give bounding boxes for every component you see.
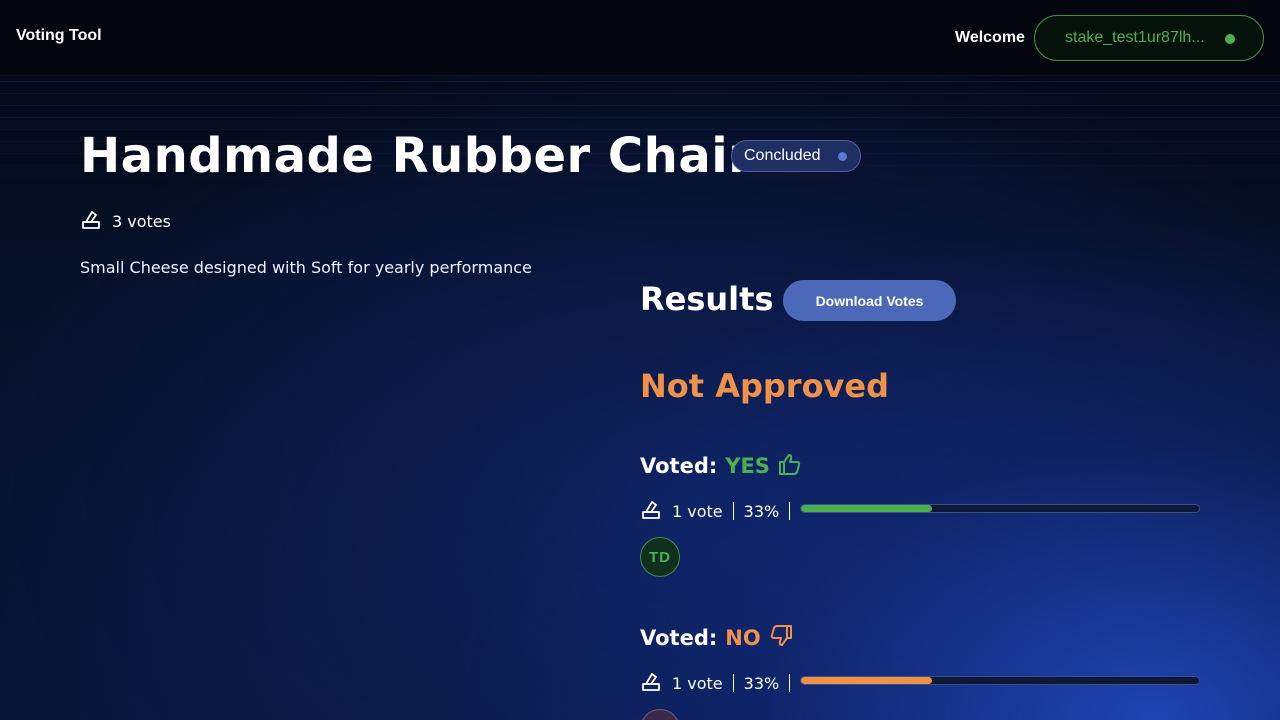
status-label: Concluded xyxy=(744,147,821,164)
divider xyxy=(732,674,734,692)
no-vote-count: 1 vote xyxy=(672,673,723,693)
yes-stats: 1 vote 33% xyxy=(640,498,800,524)
voted-label: Voted: xyxy=(640,454,718,478)
avatar[interactable] xyxy=(640,709,680,720)
proposal-title: Handmade Rubber Chair xyxy=(80,128,753,184)
thumbs-up-icon xyxy=(778,452,802,480)
proposal-description: Small Cheese designed with Soft for year… xyxy=(80,258,532,277)
download-votes-button[interactable]: Download Votes xyxy=(783,280,956,321)
voted-label: Voted: xyxy=(640,626,718,650)
divider xyxy=(789,502,791,520)
ballot-icon xyxy=(640,498,662,524)
yes-progress-bar xyxy=(800,504,1200,513)
total-votes: 3 votes xyxy=(80,208,171,234)
yes-vote-count: 1 vote xyxy=(672,501,723,521)
no-percent: 33% xyxy=(743,673,780,693)
top-bar: Voting Tool Welcome stake_test1ur87lh... xyxy=(0,0,1280,76)
wallet-status-dot xyxy=(1225,34,1235,44)
yes-percent: 33% xyxy=(743,501,780,521)
divider xyxy=(789,674,791,692)
total-votes-label: 3 votes xyxy=(112,211,171,231)
voted-yes-row: Voted: YES xyxy=(640,452,802,480)
no-stats: 1 vote 33% xyxy=(640,670,800,696)
thumbs-down-icon xyxy=(769,624,793,652)
ballot-icon xyxy=(640,670,662,696)
no-progress-fill xyxy=(801,677,933,684)
welcome-text: Welcome xyxy=(955,29,1025,46)
ballot-icon xyxy=(80,208,102,234)
app-brand[interactable]: Voting Tool xyxy=(16,27,102,45)
choice-yes: YES xyxy=(725,454,770,478)
status-dot xyxy=(838,152,847,161)
wallet-button[interactable]: stake_test1ur87lh... xyxy=(1034,15,1264,61)
choice-no: NO xyxy=(725,626,761,650)
voted-no-row: Voted: NO xyxy=(640,624,793,652)
outcome-label: Not Approved xyxy=(640,367,890,405)
status-badge: Concluded xyxy=(731,140,861,172)
no-progress-bar xyxy=(800,676,1200,685)
results-title: Results xyxy=(640,280,774,318)
wallet-address: stake_test1ur87lh... xyxy=(1065,29,1205,46)
avatar[interactable]: TD xyxy=(640,537,680,577)
divider xyxy=(732,502,734,520)
yes-progress-fill xyxy=(801,505,933,512)
